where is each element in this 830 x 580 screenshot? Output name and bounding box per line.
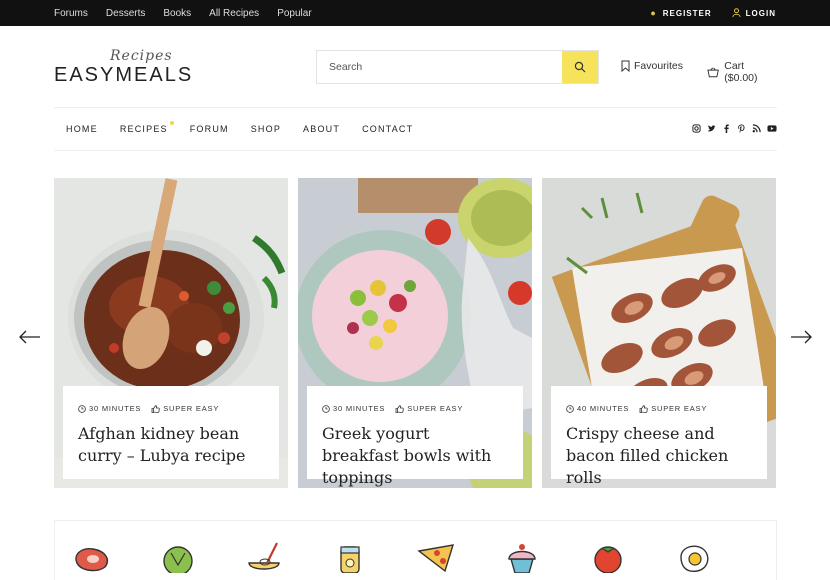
- lemonade-jar-icon[interactable]: [329, 541, 371, 573]
- search-form: [316, 50, 599, 84]
- search-button[interactable]: [562, 51, 598, 83]
- basket-icon: [707, 67, 719, 77]
- favourites-link[interactable]: Favourites: [621, 60, 683, 72]
- clock-icon: [566, 404, 574, 413]
- top-links: Forums Desserts Books All Recipes Popula…: [54, 0, 312, 26]
- arrow-left-icon[interactable]: [19, 330, 41, 344]
- fried-egg-icon[interactable]: [673, 541, 715, 573]
- top-link-desserts[interactable]: Desserts: [106, 8, 145, 19]
- recipe-card[interactable]: 40 MINUTES SUPER EASY Crispy cheese and …: [542, 178, 776, 488]
- logo-script: Recipes: [110, 48, 173, 64]
- header: Recipes EASYMEALS Favourites Cart ($0.00…: [54, 26, 777, 108]
- recipe-title[interactable]: Afghan kidney bean curry – Lubya recipe: [78, 423, 264, 467]
- nav-recipes[interactable]: RECIPES: [119, 121, 174, 134]
- facebook-icon[interactable]: [722, 124, 731, 133]
- nav-home[interactable]: HOME: [66, 124, 98, 134]
- nav-shop[interactable]: SHOP: [251, 124, 281, 134]
- top-link-forums[interactable]: Forums: [54, 8, 88, 19]
- cook-time: 30 MINUTES: [322, 404, 385, 413]
- nav-recipes-label: RECIPES: [119, 124, 168, 134]
- thumbs-up-icon: [395, 404, 404, 413]
- login-label: LOGIN: [745, 9, 776, 18]
- youtube-icon[interactable]: [767, 124, 777, 133]
- difficulty-label: SUPER EASY: [651, 404, 708, 413]
- cart-label: Cart ($0.00): [724, 60, 758, 84]
- recipe-slider: 30 MINUTES SUPER EASY Afghan kidney bean…: [54, 178, 777, 488]
- difficulty: SUPER EASY: [151, 404, 219, 413]
- login-link[interactable]: LOGIN: [732, 8, 776, 18]
- top-link-all-recipes[interactable]: All Recipes: [209, 8, 259, 19]
- nav-forum[interactable]: FORUM: [190, 124, 229, 134]
- steak-icon[interactable]: [71, 541, 113, 573]
- new-dot-icon: [169, 121, 174, 125]
- social-links: [692, 124, 777, 133]
- recipe-card-info: 30 MINUTES SUPER EASY Afghan kidney bean…: [63, 386, 279, 479]
- pizza-slice-icon[interactable]: [415, 541, 457, 573]
- top-link-popular[interactable]: Popular: [277, 8, 311, 19]
- cook-time-label: 30 MINUTES: [333, 404, 386, 413]
- search-icon: [574, 61, 586, 73]
- user-plus-icon: ●: [650, 8, 657, 18]
- pinterest-icon[interactable]: [737, 124, 746, 133]
- register-label: REGISTER: [662, 9, 712, 18]
- lettuce-icon[interactable]: [157, 541, 199, 573]
- recipe-card[interactable]: 30 MINUTES SUPER EASY Greek yogurt break…: [298, 178, 532, 488]
- difficulty-label: SUPER EASY: [407, 404, 464, 413]
- clock-icon: [78, 404, 86, 413]
- cupcake-icon[interactable]: [501, 541, 543, 573]
- search-input[interactable]: [317, 51, 562, 83]
- cook-time: 40 MINUTES: [566, 404, 629, 413]
- cart-link[interactable]: Cart ($0.00): [707, 60, 777, 84]
- top-link-books[interactable]: Books: [163, 8, 191, 19]
- difficulty: SUPER EASY: [395, 404, 463, 413]
- cook-time: 30 MINUTES: [78, 404, 141, 413]
- top-bar: Forums Desserts Books All Recipes Popula…: [0, 0, 830, 26]
- user-icon: [732, 8, 741, 18]
- nav-contact[interactable]: CONTACT: [362, 124, 413, 134]
- cook-time-label: 40 MINUTES: [577, 404, 630, 413]
- bowl-whisk-icon[interactable]: [243, 541, 285, 573]
- cook-time-label: 30 MINUTES: [89, 404, 142, 413]
- bookmark-icon: [621, 60, 630, 72]
- rss-icon[interactable]: [752, 124, 761, 133]
- instagram-icon[interactable]: [692, 124, 701, 133]
- arrow-right-icon[interactable]: [790, 330, 812, 344]
- clock-icon: [322, 404, 330, 413]
- register-link[interactable]: ● REGISTER: [650, 8, 711, 18]
- difficulty: SUPER EASY: [639, 404, 707, 413]
- nav-about[interactable]: ABOUT: [303, 124, 340, 134]
- recipe-card-info: 40 MINUTES SUPER EASY Crispy cheese and …: [551, 386, 767, 487]
- category-bar: [54, 520, 777, 580]
- site-logo[interactable]: Recipes EASYMEALS: [54, 48, 204, 90]
- main-nav: HOME RECIPES FORUM SHOP ABOUT CONTACT: [54, 108, 777, 151]
- thumbs-up-icon: [639, 404, 648, 413]
- recipe-title[interactable]: Greek yogurt breakfast bowls with toppin…: [322, 423, 508, 488]
- difficulty-label: SUPER EASY: [163, 404, 220, 413]
- thumbs-up-icon: [151, 404, 160, 413]
- tomato-icon[interactable]: [587, 541, 629, 573]
- recipe-card[interactable]: 30 MINUTES SUPER EASY Afghan kidney bean…: [54, 178, 288, 488]
- logo-word: EASYMEALS: [54, 64, 194, 86]
- twitter-icon[interactable]: [707, 124, 716, 133]
- recipe-title[interactable]: Crispy cheese and bacon filled chicken r…: [566, 423, 752, 488]
- recipe-card-info: 30 MINUTES SUPER EASY Greek yogurt break…: [307, 386, 523, 487]
- favourites-label: Favourites: [634, 60, 684, 72]
